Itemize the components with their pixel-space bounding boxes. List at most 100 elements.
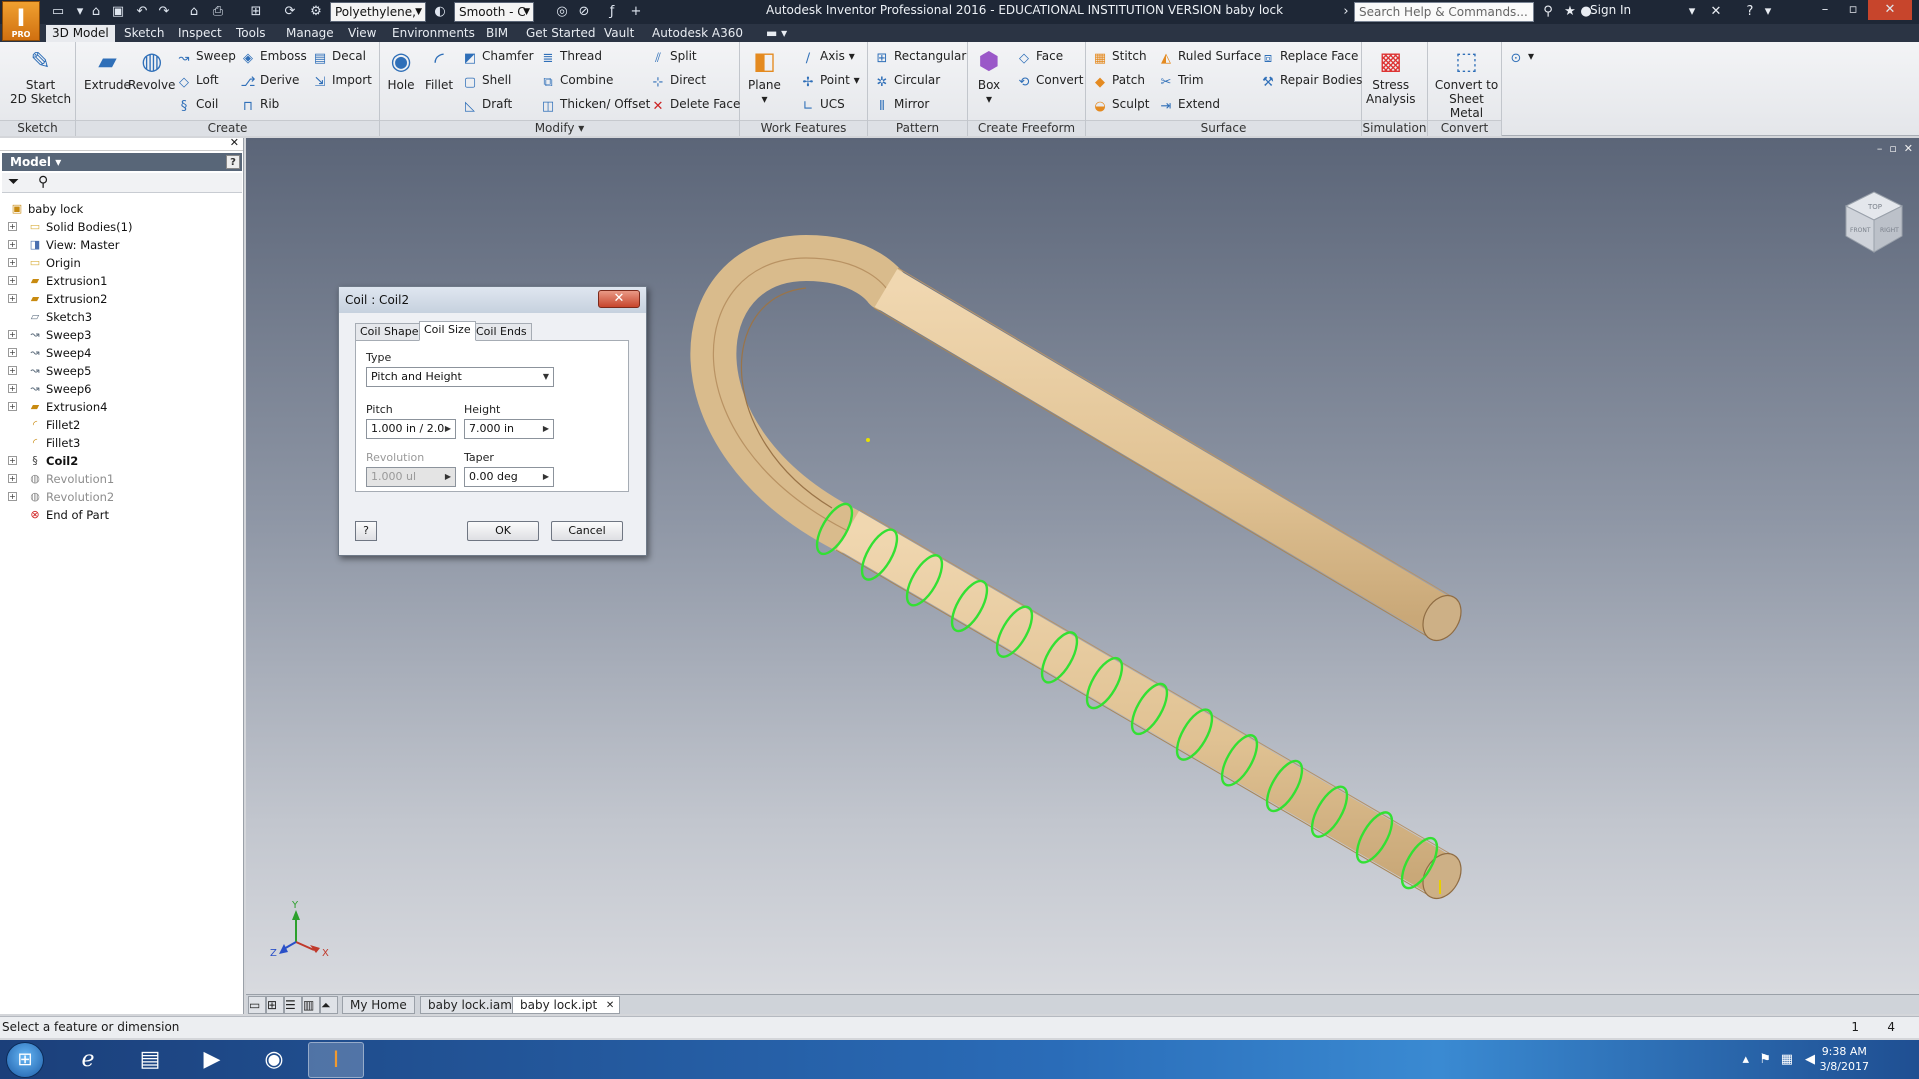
tab-list-icon[interactable]: ⏶ (320, 996, 338, 1014)
tab-my-home[interactable]: My Home (342, 996, 415, 1014)
tab-bim[interactable]: BIM (480, 25, 514, 42)
browser-grip[interactable]: ✕ (0, 136, 243, 151)
circular-pattern-button[interactable]: ✲ Circular (874, 70, 941, 90)
sweep-button[interactable]: ↝ Sweep (176, 46, 236, 66)
tree-node[interactable]: ◜ Fillet3 (4, 434, 240, 452)
tree-node[interactable]: ▱ Sketch3 (4, 308, 240, 326)
convert-to-sheet-metal-button[interactable]: ⬚ Convert to Sheet Metal (1432, 46, 1501, 120)
start-button[interactable]: ⊞ (6, 1042, 44, 1078)
tab-view[interactable]: View (342, 25, 382, 42)
internet-explorer-icon[interactable]: ℯ (60, 1042, 116, 1078)
chevron-right-icon[interactable]: ▶ (443, 420, 453, 438)
volume-icon[interactable]: ◀ (1805, 1052, 1815, 1067)
chamfer-button[interactable]: ◩ Chamfer (462, 46, 534, 66)
material-combo[interactable]: Polyethylene, ▼ (330, 2, 426, 22)
update-icon[interactable]: ⟳ (280, 3, 300, 21)
chevron-right-icon[interactable]: ▶ (541, 468, 551, 486)
repair-bodies-button[interactable]: ⚒ Repair Bodies (1260, 70, 1362, 90)
media-player-icon[interactable]: ▶ (184, 1042, 240, 1078)
exchange-icon[interactable]: ✕ (1706, 2, 1726, 22)
open-icon[interactable]: ⌂ (86, 3, 106, 21)
viewcube-top[interactable]: TOP (1867, 203, 1882, 211)
thicken-offset-button[interactable]: ◫ Thicken/ Offset (540, 94, 650, 114)
emboss-button[interactable]: ◈ Emboss (240, 46, 307, 66)
close-icon[interactable]: ✕ (598, 290, 640, 308)
tile-rows-icon[interactable]: ☰ (284, 996, 302, 1014)
chevron-down-icon[interactable]: ▾ (1686, 2, 1698, 22)
close-icon[interactable]: ✕ (606, 997, 614, 1014)
point-button[interactable]: ✢ Point ▾ (800, 70, 860, 90)
taper-input[interactable]: 0.00 deg ▶ (464, 467, 554, 487)
plane-button[interactable]: ◧ Plane ▾ (748, 46, 781, 106)
select-icon[interactable]: ⊞ (246, 3, 266, 21)
derive-button[interactable]: ⎇ Derive (240, 70, 300, 90)
ribbon-options-icon[interactable]: ▬ ▾ (760, 25, 793, 42)
expand-icon[interactable]: + (8, 474, 17, 483)
expand-icon[interactable]: + (8, 240, 17, 249)
tab-autodesk-a360[interactable]: Autodesk A360 (646, 25, 749, 42)
tree-node[interactable]: + ▰ Extrusion1 (4, 272, 240, 290)
tree-node[interactable]: + § Coil2 (4, 452, 240, 470)
tree-node[interactable]: + ↝ Sweep3 (4, 326, 240, 344)
tab-baby-lock-ipt[interactable]: baby lock.ipt ✕ (512, 996, 621, 1014)
tree-node[interactable]: + ◍ Revolution2 (4, 488, 240, 506)
minimize-icon[interactable]: – (1812, 0, 1838, 20)
import-button[interactable]: ⇲ Import (312, 70, 372, 90)
coil-button[interactable]: § Coil (176, 94, 219, 114)
tree-node[interactable]: ⊗ End of Part (4, 506, 240, 524)
tree-node[interactable]: + ▰ Extrusion4 (4, 398, 240, 416)
undo-icon[interactable]: ↶ (132, 3, 152, 21)
extend-button[interactable]: ⇥ Extend (1158, 94, 1220, 114)
stress-analysis-button[interactable]: ▩ Stress Analysis (1366, 46, 1415, 106)
type-select[interactable]: Pitch and Height ▼ (366, 367, 554, 387)
trim-button[interactable]: ✂ Trim (1158, 70, 1204, 90)
tab-vault[interactable]: Vault (598, 25, 640, 42)
tree-node[interactable]: ▣ baby lock (4, 200, 240, 218)
rib-button[interactable]: ⊓ Rib (240, 94, 279, 114)
tree-node[interactable]: + ↝ Sweep6 (4, 380, 240, 398)
tile-horizontal-icon[interactable]: ▭ (248, 996, 266, 1014)
thread-button[interactable]: ≣ Thread (540, 46, 602, 66)
start-2d-sketch-button[interactable]: ✎ Start 2D Sketch (10, 46, 71, 106)
ucs-button[interactable]: ∟ UCS (800, 94, 845, 114)
appearance-combo[interactable]: Smooth - C ▼ (454, 2, 534, 22)
ok-button[interactable]: OK (467, 521, 539, 541)
browser-header[interactable]: Model ▾? (2, 153, 242, 171)
pitch-input[interactable]: 1.000 in / 2.0 ▶ (366, 419, 456, 439)
delete-face-button[interactable]: ✕ Delete Face (650, 94, 741, 114)
rectangular-pattern-button[interactable]: ⊞ Rectangular (874, 46, 967, 66)
help-icon[interactable]: ? (355, 521, 377, 541)
sign-in-button[interactable]: Sign In (1590, 3, 1631, 17)
ribbon-customize-button[interactable]: ⊙ ▾ (1508, 46, 1534, 66)
freeform-face-button[interactable]: ◇ Face (1016, 46, 1063, 66)
inventor-taskbar-icon[interactable]: I (308, 1042, 364, 1078)
graphics-window[interactable]: – ▫ ✕ Y X Z TOP FRONT RIGHT Coil: Coil2… (246, 138, 1919, 994)
expand-icon[interactable]: + (8, 276, 17, 285)
filter-icon[interactable]: ⏷ (8, 174, 19, 190)
patch-button[interactable]: ◆ Patch (1092, 70, 1145, 90)
tree-node[interactable]: + ▭ Origin (4, 254, 240, 272)
help-icon[interactable]: ? (226, 155, 240, 169)
expand-icon[interactable]: + (8, 402, 17, 411)
print-icon[interactable]: ⎙ (208, 3, 228, 21)
binoculars-icon[interactable]: ⚲ (1538, 2, 1558, 22)
viewcube[interactable]: TOP FRONT RIGHT (1844, 191, 1904, 253)
height-input[interactable]: 7.000 in ▶ (464, 419, 554, 439)
clear-icon[interactable]: ⊘ (574, 3, 594, 21)
extrude-button[interactable]: ▰ Extrude (84, 46, 131, 92)
viewcube-front[interactable]: FRONT (1850, 227, 1871, 234)
close-icon[interactable]: ✕ (1868, 0, 1912, 20)
tile-grid-icon[interactable]: ⊞ (266, 996, 284, 1014)
expand-icon[interactable]: + (8, 456, 17, 465)
tab-inspect[interactable]: Inspect (172, 25, 228, 42)
hole-button[interactable]: ◉ Hole (386, 46, 416, 92)
expand-icon[interactable]: + (8, 348, 17, 357)
chrome-icon[interactable]: ◉ (246, 1042, 302, 1078)
tree-node[interactable]: + ▭ Solid Bodies(1) (4, 218, 240, 236)
favorites-star-icon[interactable]: ★ (1560, 2, 1580, 22)
tab-baby-lock-iam[interactable]: baby lock.iam (420, 996, 520, 1014)
viewcube-right[interactable]: RIGHT (1880, 227, 1899, 234)
binoculars-icon[interactable]: ⚲ (38, 174, 48, 190)
revolve-button[interactable]: ◍ Revolve (128, 46, 175, 92)
network-icon[interactable]: ▦ (1781, 1052, 1793, 1067)
